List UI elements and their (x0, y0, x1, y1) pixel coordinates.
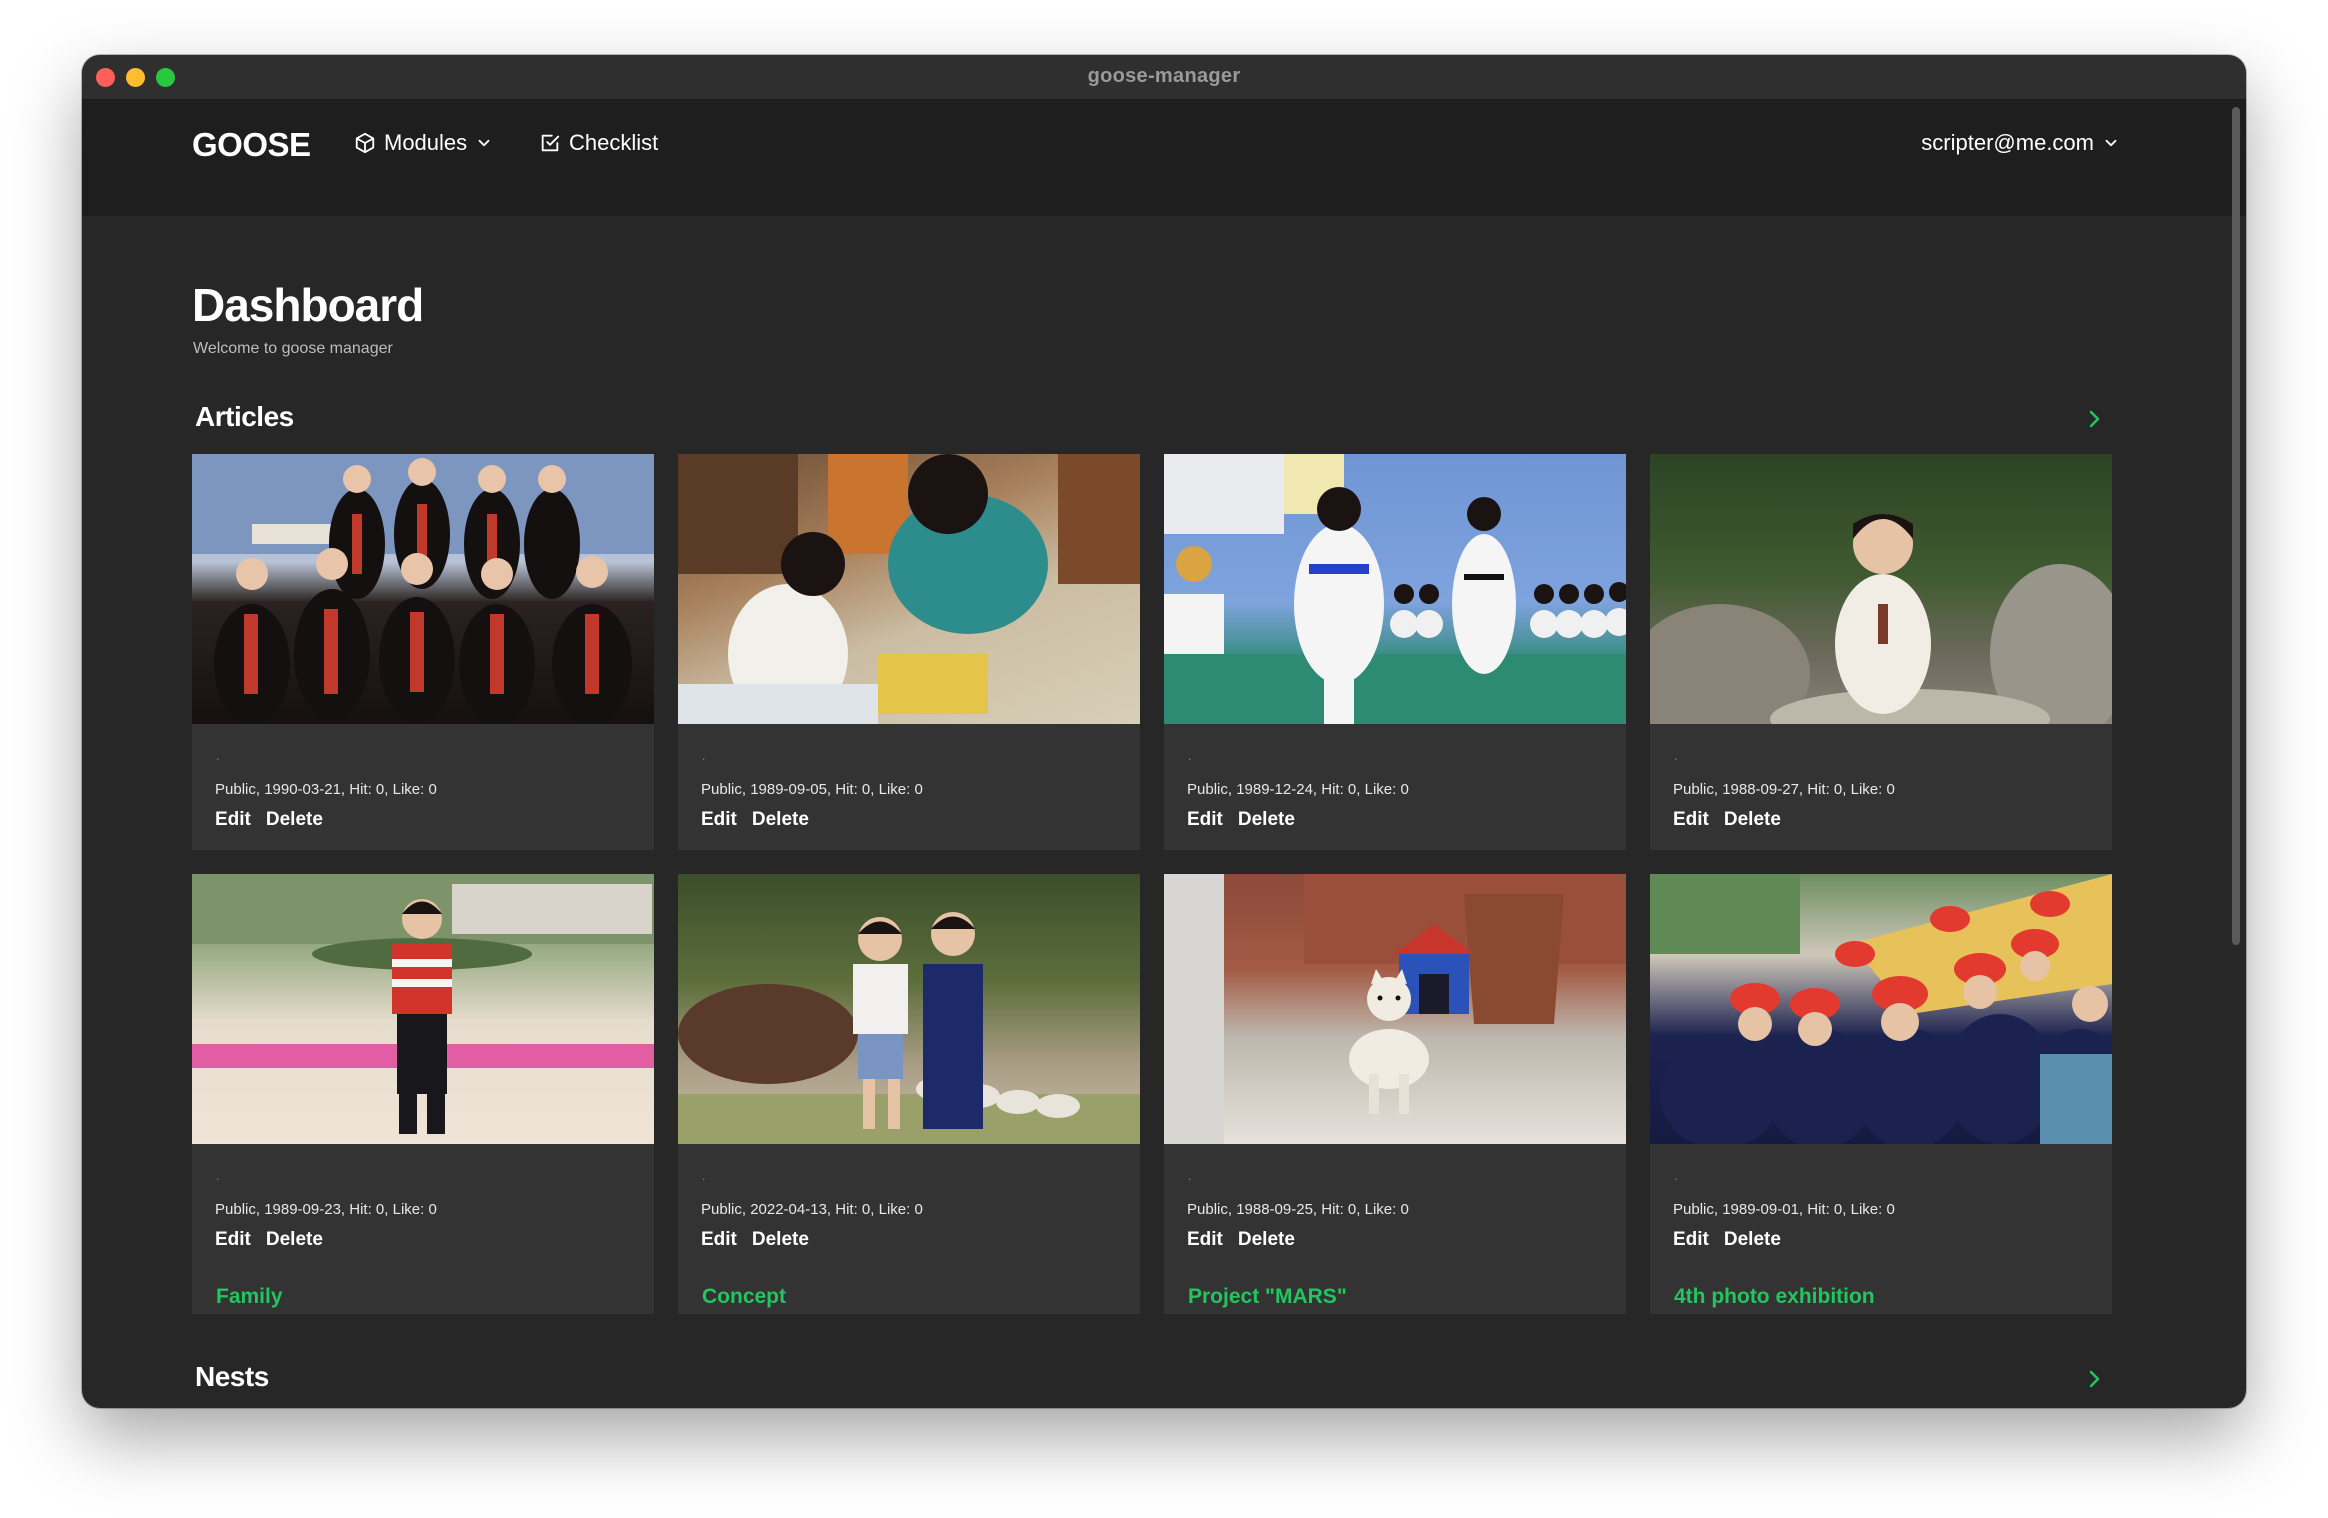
edit-button[interactable]: Edit (215, 809, 251, 831)
nest-title[interactable]: Concept (702, 1285, 786, 1309)
edit-button[interactable]: Edit (1187, 809, 1223, 831)
article-actions: Edit Delete (701, 1229, 809, 1251)
article-photo[interactable] (678, 454, 1140, 724)
scrollbar-thumb[interactable] (2232, 107, 2240, 945)
nest-card[interactable]: Family (192, 1254, 654, 1314)
article-card[interactable]: . Public, 1989-09-23, Hit: 0, Like: 0 Ed… (192, 874, 654, 1270)
nav-checklist-link[interactable]: Checklist (539, 130, 658, 156)
nests-grid: Family Concept Project "MARS" 4th photo … (192, 1254, 2112, 1314)
chevron-right-icon (2082, 1370, 2106, 1396)
article-actions: Edit Delete (1187, 809, 1295, 831)
article-meta: Public, 1989-09-23, Hit: 0, Like: 0 (215, 1201, 437, 1218)
window-title: goose-manager (1087, 65, 1241, 87)
article-photo[interactable] (1164, 454, 1626, 724)
chevron-down-icon (475, 134, 493, 152)
article-title[interactable]: . (702, 1170, 708, 1182)
article-title[interactable]: . (216, 750, 222, 762)
article-card[interactable]: . Public, 1990-03-21, Hit: 0, Like: 0 Ed… (192, 454, 654, 850)
article-title[interactable]: . (1188, 750, 1194, 762)
delete-button[interactable]: Delete (752, 809, 809, 831)
article-photo[interactable] (192, 874, 654, 1144)
nav-modules-label: Modules (384, 130, 468, 155)
article-meta: Public, 2022-04-13, Hit: 0, Like: 0 (701, 1201, 923, 1218)
nest-card[interactable]: Project "MARS" (1164, 1254, 1626, 1314)
chevron-down-icon (2102, 134, 2120, 152)
edit-button[interactable]: Edit (701, 809, 737, 831)
article-title[interactable]: . (216, 1170, 222, 1182)
edit-button[interactable]: Edit (1673, 1229, 1709, 1251)
brand-logo[interactable]: GOOSE (192, 126, 311, 164)
delete-button[interactable]: Delete (266, 1229, 323, 1251)
articles-more-link[interactable] (2082, 406, 2106, 437)
nests-section-title: Nests (195, 1361, 269, 1392)
delete-button[interactable]: Delete (1238, 809, 1295, 831)
delete-button[interactable]: Delete (1724, 809, 1781, 831)
article-title[interactable]: . (1674, 750, 1680, 762)
article-photo[interactable] (1164, 874, 1626, 1144)
article-meta: Public, 1989-12-24, Hit: 0, Like: 0 (1187, 781, 1409, 798)
delete-button[interactable]: Delete (266, 809, 323, 831)
articles-grid: . Public, 1990-03-21, Hit: 0, Like: 0 Ed… (192, 454, 2112, 1270)
article-meta: Public, 1988-09-27, Hit: 0, Like: 0 (1673, 781, 1895, 798)
article-card[interactable]: . Public, 1988-09-27, Hit: 0, Like: 0 Ed… (1650, 454, 2112, 850)
article-title[interactable]: . (1674, 1170, 1680, 1182)
article-actions: Edit Delete (1673, 1229, 1781, 1251)
article-photo[interactable] (678, 874, 1140, 1144)
nest-title[interactable]: 4th photo exhibition (1674, 1285, 1875, 1309)
cube-icon (354, 132, 376, 154)
article-card[interactable]: . Public, 1989-09-05, Hit: 0, Like: 0 Ed… (678, 454, 1140, 850)
edit-button[interactable]: Edit (215, 1229, 251, 1251)
nav-modules-dropdown[interactable]: Modules (354, 130, 493, 156)
delete-button[interactable]: Delete (1238, 1229, 1295, 1251)
chevron-right-icon (2082, 410, 2106, 436)
main-content: Dashboard Welcome to goose manager Artic… (82, 216, 2246, 1408)
article-card[interactable]: . Public, 2022-04-13, Hit: 0, Like: 0 Ed… (678, 874, 1140, 1270)
nav-checklist-label: Checklist (569, 130, 659, 155)
article-actions: Edit Delete (1673, 809, 1781, 831)
nest-title[interactable]: Family (216, 1285, 283, 1309)
checkbox-icon (539, 132, 561, 154)
article-card[interactable]: . Public, 1988-09-25, Hit: 0, Like: 0 Ed… (1164, 874, 1626, 1270)
title-bar: goose-manager (82, 55, 2246, 100)
article-title[interactable]: . (1188, 1170, 1194, 1182)
nest-card[interactable]: 4th photo exhibition (1650, 1254, 2112, 1314)
article-actions: Edit Delete (1187, 1229, 1295, 1251)
article-meta: Public, 1989-09-01, Hit: 0, Like: 0 (1673, 1201, 1895, 1218)
app-window: goose-manager GOOSE Modules Checklist sc… (82, 55, 2246, 1408)
edit-button[interactable]: Edit (701, 1229, 737, 1251)
nest-card[interactable]: Concept (678, 1254, 1140, 1314)
articles-section-title: Articles (195, 401, 294, 432)
article-actions: Edit Delete (215, 809, 323, 831)
article-actions: Edit Delete (701, 809, 809, 831)
article-title[interactable]: . (702, 750, 708, 762)
user-email: scripter@me.com (1921, 130, 2094, 155)
delete-button[interactable]: Delete (1724, 1229, 1781, 1251)
article-photo[interactable] (1650, 454, 2112, 724)
article-actions: Edit Delete (215, 1229, 323, 1251)
article-card[interactable]: . Public, 1989-09-01, Hit: 0, Like: 0 Ed… (1650, 874, 2112, 1270)
article-card[interactable]: . Public, 1989-12-24, Hit: 0, Like: 0 Ed… (1164, 454, 1626, 850)
top-navbar: GOOSE Modules Checklist scripter@me.com (82, 100, 2246, 216)
article-photo[interactable] (1650, 874, 2112, 1144)
user-menu-dropdown[interactable]: scripter@me.com (1921, 130, 2120, 156)
nests-more-link[interactable] (2082, 1366, 2106, 1397)
page-subtitle: Welcome to goose manager (193, 340, 393, 357)
edit-button[interactable]: Edit (1673, 809, 1709, 831)
article-meta: Public, 1989-09-05, Hit: 0, Like: 0 (701, 781, 923, 798)
article-photo[interactable] (192, 454, 654, 724)
delete-button[interactable]: Delete (752, 1229, 809, 1251)
edit-button[interactable]: Edit (1187, 1229, 1223, 1251)
article-meta: Public, 1988-09-25, Hit: 0, Like: 0 (1187, 1201, 1409, 1218)
nest-title[interactable]: Project "MARS" (1188, 1285, 1347, 1309)
article-meta: Public, 1990-03-21, Hit: 0, Like: 0 (215, 781, 437, 798)
page-title: Dashboard (192, 279, 424, 331)
